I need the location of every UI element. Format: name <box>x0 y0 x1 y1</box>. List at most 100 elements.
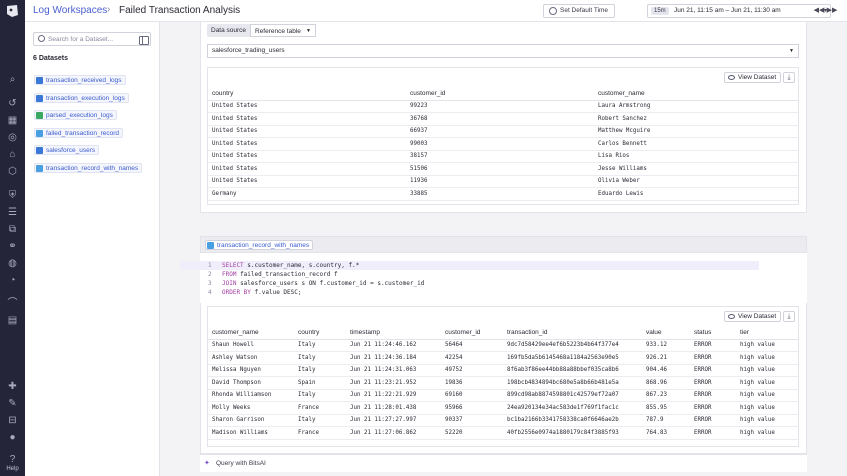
dataset-search[interactable] <box>33 32 151 46</box>
table-cell: high value <box>736 376 798 390</box>
table-cell: ERROR <box>690 376 736 390</box>
table-row[interactable]: Sharon Garrison Italy Jun 21 11:27:27.997 9… <box>208 414 798 427</box>
dataset-search-input[interactable] <box>48 34 148 44</box>
code-line[interactable]: 2 FROM failed_transaction_record f <box>208 270 338 279</box>
table-row[interactable]: United States 99223 Laura Armstrong <box>208 100 798 113</box>
dataset-item[interactable]: transaction_record_with_names <box>34 163 143 173</box>
code-line[interactable]: 4 ORDER BY f.value DESC; <box>208 288 301 297</box>
table-row[interactable]: Germany 33885 Eduardo Lewis <box>208 187 798 201</box>
logs-icon[interactable]: ◍ <box>6 258 19 270</box>
top-bar: Log Workspaces › Failed Transaction Anal… <box>25 0 847 22</box>
dataset-item[interactable]: transaction_execution_logs <box>34 93 129 103</box>
table-cell: Jun 21 11:28:01.438 <box>346 401 441 415</box>
dataset-item[interactable]: parsed_execution_logs <box>34 110 117 120</box>
metrics-icon[interactable]: ◔ <box>6 275 19 287</box>
column-header[interactable]: value <box>642 327 690 340</box>
result-table: View Dataset ⤓ customer_name country times… <box>207 306 799 447</box>
time-forward-button[interactable]: ▶▶ <box>826 4 838 18</box>
help-label[interactable]: Help <box>0 466 25 472</box>
table-cell: 169fb5da5b6145468a1184a2563e90e5 <box>503 351 642 365</box>
table-cell: 855.95 <box>642 401 690 415</box>
download-icon[interactable]: ⤓ <box>783 311 795 322</box>
code-line[interactable]: 3 JOIN salesforce_users s ON f.customer_i… <box>208 279 424 288</box>
ci-icon[interactable]: ⌒ <box>6 298 19 310</box>
settings-icon[interactable]: ✚ <box>6 381 19 393</box>
query-cell-header: transaction_record_with_names <box>200 236 807 253</box>
column-header[interactable]: timestamp <box>346 327 441 340</box>
column-header[interactable]: country <box>294 327 346 340</box>
dataset-item[interactable]: transaction_received_logs <box>34 75 126 85</box>
reference-table-select[interactable]: salesforce_trading_users ▼ <box>207 44 799 58</box>
avatar-icon[interactable]: ● <box>6 432 19 444</box>
breadcrumb-log-workspaces[interactable]: Log Workspaces <box>33 5 107 16</box>
eye-icon <box>728 314 735 319</box>
column-header[interactable]: customer_name <box>594 88 798 101</box>
column-header[interactable]: tier <box>736 327 798 340</box>
column-header[interactable]: status <box>690 327 736 340</box>
table-cell: 867.23 <box>642 389 690 402</box>
sql-text: failed_transaction_record f <box>236 271 338 278</box>
table-row[interactable]: Melissa Nguyen Italy Jun 21 11:24:31.063 49… <box>208 364 798 377</box>
table-cell: 926.21 <box>642 351 690 365</box>
collapse-sidebar-icon[interactable] <box>139 36 149 45</box>
notebooks-icon[interactable]: ⚭ <box>6 241 19 253</box>
tab-reference-table[interactable]: Reference table ▼ <box>250 24 316 37</box>
table-row[interactable]: Shaun Howell Italy Jun 21 11:24:46.162 5646… <box>208 339 798 352</box>
set-default-time-button[interactable]: Set Default Time <box>543 4 616 18</box>
view-dataset-button[interactable]: View Dataset <box>724 72 782 83</box>
dataset-icon <box>36 147 43 154</box>
table-row[interactable]: United States 38157 Lisa Rios <box>208 150 798 163</box>
column-header[interactable]: customer_id <box>406 88 594 101</box>
dashboards-icon[interactable]: ▦ <box>6 115 19 127</box>
table-row[interactable]: David Thompson Spain Jun 21 11:23:21.952 19… <box>208 376 798 390</box>
dataset-item[interactable]: salesforce_users <box>34 145 100 155</box>
incidents-icon[interactable]: ▤ <box>6 315 19 327</box>
column-header[interactable]: transaction_id <box>503 327 642 340</box>
query-dataset-name: transaction_record_with_names <box>217 242 310 249</box>
table-row[interactable]: United States 51506 Jesse Williams <box>208 162 798 176</box>
table-cell: Jun 21 11:24:46.162 <box>346 339 441 352</box>
alerts-icon[interactable]: ✎ <box>6 398 19 410</box>
table-row[interactable]: United States 11936 Olivia Weber <box>208 175 798 188</box>
sql-keyword: JOIN <box>222 280 237 287</box>
sql-text: salesforce_users s ON f.customer_id = s.… <box>236 280 425 287</box>
table-cell: 198bcb4834894bc680e5a8b66b481e5a <box>503 376 642 390</box>
table-row[interactable]: Ashley Watson Italy Jun 21 11:24:36.184 422… <box>208 351 798 365</box>
query-dataset-tag[interactable]: transaction_record_with_names <box>205 240 314 250</box>
monitors-icon[interactable]: ◎ <box>6 132 19 144</box>
table-row[interactable]: Madison Williams France Jun 21 11:27:06.86… <box>208 426 798 440</box>
sql-keyword: ORDER BY <box>222 289 251 296</box>
code-line[interactable]: 1 SELECT s.customer_name, s.country, f.* <box>208 261 359 270</box>
table-row[interactable]: United States 99003 Carlos Bennett <box>208 137 798 151</box>
sparkle-icon: ✦ <box>204 460 210 467</box>
table-cell: 933.12 <box>642 339 690 352</box>
column-header[interactable]: country <box>208 88 406 101</box>
time-badge: 15m <box>651 7 669 15</box>
history-icon[interactable]: ↺ <box>6 98 19 110</box>
search-icon[interactable]: ⌕ <box>6 74 19 86</box>
logo-icon[interactable] <box>4 3 21 19</box>
table-row[interactable]: Molly Weeks France Jun 21 11:28:01.438 9596… <box>208 401 798 415</box>
infrastructure-icon[interactable]: ⬡ <box>6 166 19 178</box>
apm-icon[interactable]: ⌂ <box>6 149 19 161</box>
table-row[interactable]: United States 36768 Robert Sanchez <box>208 112 798 126</box>
rum-icon[interactable]: ☰ <box>6 207 19 219</box>
table-cell: ERROR <box>690 339 736 352</box>
query-with-bitsai[interactable]: ✦ Query with BitsAI <box>200 454 807 472</box>
dataset-item[interactable]: failed_transaction_record <box>34 128 123 138</box>
users-icon[interactable]: ⊟ <box>6 415 19 427</box>
table-row[interactable]: Rhonda Williamson Italy Jun 21 11:22:21.92… <box>208 389 798 402</box>
table-cell: Jun 21 11:27:27.997 <box>346 414 441 427</box>
help-icon[interactable]: ? <box>6 454 19 466</box>
table-row[interactable]: United States 66937 Matthew Mcguire <box>208 125 798 138</box>
table-cell: United States <box>208 175 406 188</box>
column-header[interactable]: customer_name <box>208 327 294 340</box>
column-header[interactable]: customer_id <box>441 327 503 340</box>
security-icon[interactable]: ⛨ <box>6 190 19 202</box>
time-back-button[interactable]: ◀◀ <box>813 4 825 18</box>
view-dataset-button[interactable]: View Dataset <box>724 311 782 322</box>
time-range-picker[interactable]: 15m Jun 21, 11:15 am – Jun 21, 11:30 am … <box>647 4 831 18</box>
integrations-icon[interactable]: ⧉ <box>6 224 19 236</box>
download-icon[interactable]: ⤓ <box>783 72 795 83</box>
tab-data-source[interactable]: Data source <box>207 24 251 37</box>
